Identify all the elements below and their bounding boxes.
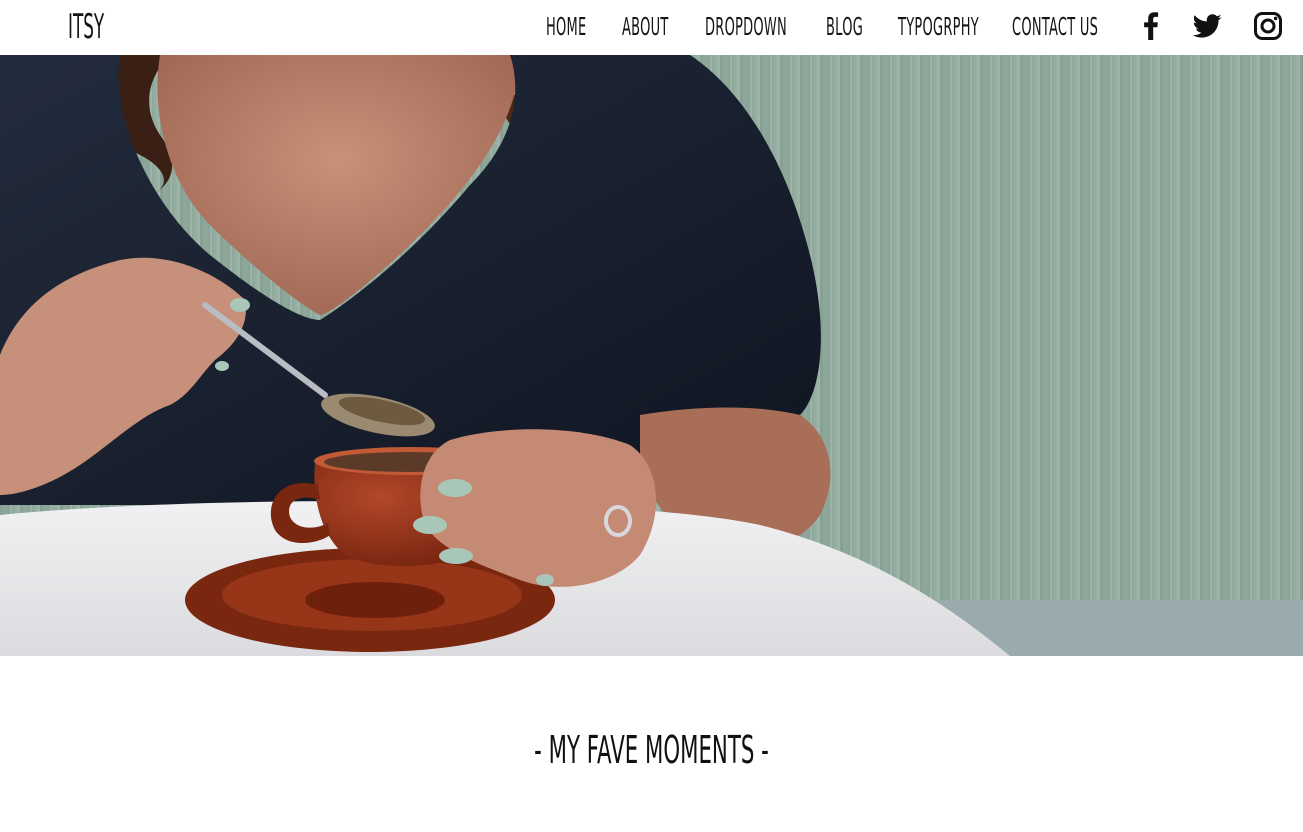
brand-logo[interactable]: ITSY xyxy=(68,5,104,49)
top-navbar: ITSY HOME ABOUT DROPDOWN BLOG TYPOGRPHY … xyxy=(0,0,1303,55)
hero-image-woman-with-coffee xyxy=(0,55,1303,656)
nav-typography-label: TYPOGRPHY xyxy=(898,12,979,41)
section-heading: - MY FAVE MOMENTS - xyxy=(534,728,769,772)
nav-dropdown-label: DROPDOWN xyxy=(705,12,788,41)
nav-about[interactable]: ABOUT xyxy=(622,9,712,45)
nav-blog[interactable]: BLOG xyxy=(826,9,897,45)
nav-blog-label: BLOG xyxy=(826,12,864,41)
instagram-icon[interactable] xyxy=(1251,9,1285,43)
facebook-icon[interactable] xyxy=(1134,9,1168,43)
fave-moments-section: - MY FAVE MOMENTS - xyxy=(0,722,1303,778)
nav-home[interactable]: HOME xyxy=(546,9,624,45)
nav-contact-us-label: CONTACT US xyxy=(1012,12,1099,41)
hero-illustration xyxy=(0,55,1303,656)
twitter-icon[interactable] xyxy=(1190,9,1224,43)
nav-home-label: HOME xyxy=(546,12,587,41)
nav-about-label: ABOUT xyxy=(622,12,669,41)
